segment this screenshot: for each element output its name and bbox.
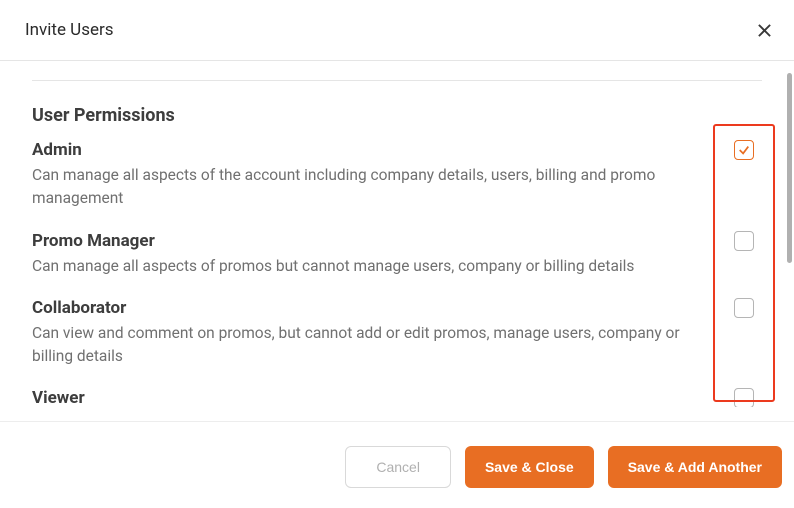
permission-checkbox-admin[interactable] — [734, 140, 754, 160]
permission-checkbox-viewer[interactable] — [734, 388, 754, 407]
permission-description: Can manage all aspects of the account in… — [32, 164, 697, 211]
modal-header: Invite Users — [0, 0, 794, 61]
permission-name: Viewer — [32, 388, 358, 407]
permission-name: Collaborator — [32, 298, 697, 318]
permission-description: Can view and comment on promos, but cann… — [32, 322, 697, 369]
modal-content: User Permissions Admin Can manage all as… — [0, 61, 794, 407]
modal-title: Invite Users — [25, 20, 114, 40]
permission-name: Admin — [32, 140, 697, 160]
close-icon — [757, 23, 772, 38]
scrollbar-thumb[interactable] — [787, 73, 792, 263]
save-add-another-button[interactable]: Save & Add Another — [608, 446, 782, 488]
close-button[interactable] — [757, 23, 772, 38]
chips-row-divider — [32, 69, 762, 81]
permission-checkbox-promo-manager[interactable] — [734, 231, 754, 251]
permission-checkbox-collaborator[interactable] — [734, 298, 754, 318]
permission-description: Can manage all aspects of promos but can… — [32, 255, 634, 278]
permission-name: Promo Manager — [32, 231, 634, 251]
save-close-button[interactable]: Save & Close — [465, 446, 594, 488]
permission-row: Collaborator Can view and comment on pro… — [32, 298, 762, 369]
permission-row: Viewer Can only view promos but will not… — [32, 388, 762, 407]
modal-footer: Cancel Save & Close Save & Add Another — [0, 421, 794, 508]
permission-row: Admin Can manage all aspects of the acco… — [32, 140, 762, 211]
permission-row: Promo Manager Can manage all aspects of … — [32, 231, 762, 278]
cancel-button[interactable]: Cancel — [345, 446, 451, 488]
section-title: User Permissions — [32, 105, 762, 126]
